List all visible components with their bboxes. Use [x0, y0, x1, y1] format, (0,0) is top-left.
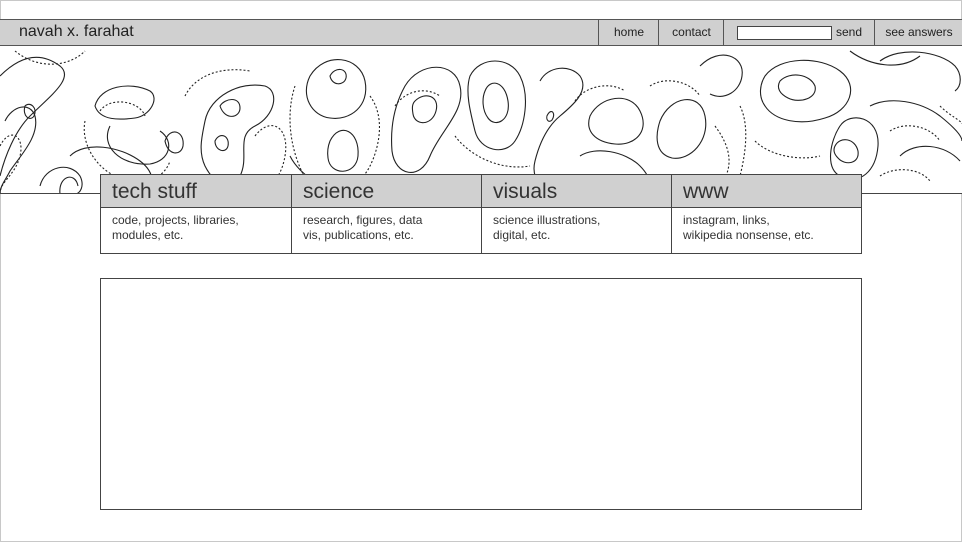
category-title: www [672, 175, 861, 208]
category-description: code, projects, libraries, modules, etc. [112, 213, 239, 242]
search-input[interactable] [737, 26, 832, 40]
topographic-banner [0, 46, 962, 194]
nav-contact-link[interactable]: contact [658, 20, 724, 45]
category-title: tech stuff [101, 175, 291, 208]
category-description: science illustrations, digital, etc. [493, 213, 601, 242]
top-nav-bar: navah x. farahat home contact send see a… [0, 19, 962, 46]
see-answers-link[interactable]: see answers [874, 20, 962, 45]
nav-home-link[interactable]: home [598, 20, 659, 45]
category-description: research, figures, data vis, publication… [303, 213, 423, 242]
category-card-www[interactable]: www instagram, links, wikipedia nonsense… [671, 175, 861, 253]
category-title: science [292, 175, 481, 208]
site-title[interactable]: navah x. farahat [19, 23, 134, 41]
topographic-contour-icon [0, 50, 962, 194]
category-card-visuals[interactable]: visuals science illustrations, digital, … [481, 175, 671, 253]
category-title: visuals [482, 175, 671, 208]
category-cards: tech stuff code, projects, libraries, mo… [100, 174, 862, 254]
category-card-tech-stuff[interactable]: tech stuff code, projects, libraries, mo… [101, 175, 291, 253]
nav-search-group: send [723, 20, 875, 45]
send-button[interactable]: send [836, 20, 862, 45]
main-content-area [100, 278, 862, 510]
category-card-science[interactable]: science research, figures, data vis, pub… [291, 175, 481, 253]
category-description: instagram, links, wikipedia nonsense, et… [683, 213, 814, 242]
